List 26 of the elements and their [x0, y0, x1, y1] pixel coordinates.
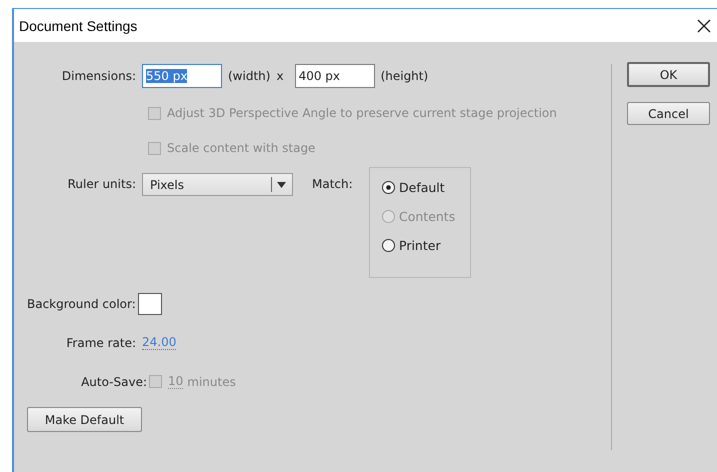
number-field[interactable]: 550 px	[142, 64, 222, 88]
dialog-button[interactable]: Cancel	[627, 102, 710, 125]
dimensions-label: Dimensions:	[60, 69, 137, 83]
auto-save-label: Auto-Save:	[80, 374, 148, 388]
ruler-units-label: Ruler units:	[66, 177, 137, 191]
checkbox-label: Scale content with stage	[167, 141, 316, 155]
match-label: Match:	[312, 177, 354, 191]
background-color-label: Background color:	[27, 297, 136, 311]
close-icon[interactable]	[697, 18, 711, 32]
radio-option[interactable]: Default	[382, 180, 470, 195]
dialog-button[interactable]: OK	[627, 62, 710, 87]
radio-icon[interactable]	[382, 181, 395, 194]
width-caption: (width)	[228, 69, 270, 83]
color-swatch[interactable]	[138, 293, 162, 315]
number-field[interactable]: 400 px	[294, 64, 375, 88]
caret-icon[interactable]	[277, 182, 286, 188]
make-default-button[interactable]: Make Default	[27, 407, 142, 432]
height-caption: (height)	[380, 69, 428, 83]
checkbox-label: Adjust 3D Perspective Angle to preserve current stage projection	[167, 106, 557, 120]
radio-icon[interactable]	[382, 239, 395, 252]
times-sign: x	[276, 69, 284, 83]
interval-unit: minutes	[187, 374, 236, 388]
window-title: Document Settings	[19, 18, 138, 34]
ruler-units-dropdown[interactable]: Pixels	[142, 173, 293, 196]
radio-option[interactable]: Printer	[382, 238, 470, 253]
frame-rate-label: Frame rate:	[65, 336, 137, 350]
